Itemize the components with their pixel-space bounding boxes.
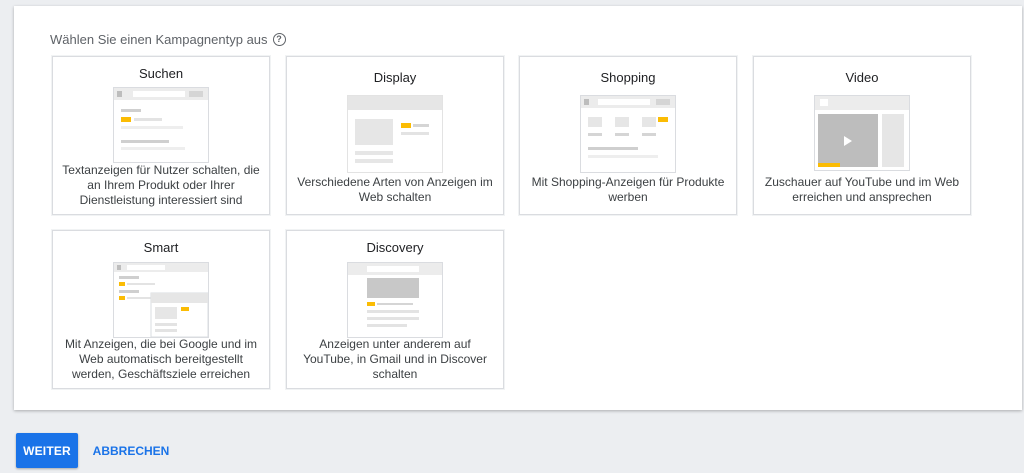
- video-illustration-icon: [814, 95, 910, 171]
- card-title: Display: [373, 70, 417, 85]
- card-title: Discovery: [366, 240, 424, 255]
- card-description: Mit Anzeigen, die bei Google und im Web …: [64, 337, 258, 381]
- campaign-card-discovery[interactable]: Discovery Anzeigen unter anderem auf You…: [286, 230, 504, 389]
- cancel-button[interactable]: ABBRECHEN: [86, 433, 176, 468]
- card-description: Mit Shopping-Anzeigen für Produkte werbe…: [531, 175, 725, 204]
- continue-button[interactable]: WEITER: [16, 433, 78, 468]
- campaign-card-smart[interactable]: Smart Mit Anzeigen, die bei Google und i…: [52, 230, 270, 389]
- discovery-illustration-icon: [347, 262, 443, 338]
- shopping-illustration-icon: [580, 95, 676, 173]
- smart-illustration-icon: [113, 262, 209, 338]
- help-circle-icon[interactable]: ?: [272, 33, 286, 46]
- card-description: Anzeigen unter anderem auf YouTube, in G…: [303, 337, 487, 381]
- prompt-label: Wählen Sie einen Kampagnentyp aus: [50, 32, 268, 47]
- campaign-card-video[interactable]: Video Zuschauer auf YouTube und im Web e…: [753, 56, 971, 215]
- card-title: Shopping: [600, 70, 656, 85]
- campaign-card-shopping[interactable]: Shopping Mit Shopping-Anzeigen für Produ…: [519, 56, 737, 215]
- campaign-type-panel: Wählen Sie einen Kampagnentyp aus ? Such…: [14, 6, 1022, 410]
- card-title: Suchen: [138, 66, 184, 81]
- card-description: Textanzeigen für Nutzer schalten, die an…: [62, 163, 260, 207]
- card-title: Smart: [143, 240, 179, 255]
- campaign-card-display[interactable]: Display Verschiedene Arten von Anzeigen …: [286, 56, 504, 215]
- card-description: Zuschauer auf YouTube und im Web erreich…: [764, 175, 960, 204]
- search-illustration-icon: [113, 87, 209, 163]
- campaign-card-search[interactable]: Suchen Textanzeigen für Nutzer schalten,…: [52, 56, 270, 215]
- campaign-type-prompt: Wählen Sie einen Kampagnentyp aus ?: [50, 32, 286, 47]
- display-illustration-icon: [347, 95, 443, 173]
- card-description: Verschiedene Arten von Anzeigen im Web s…: [297, 175, 493, 204]
- card-title: Video: [845, 70, 879, 85]
